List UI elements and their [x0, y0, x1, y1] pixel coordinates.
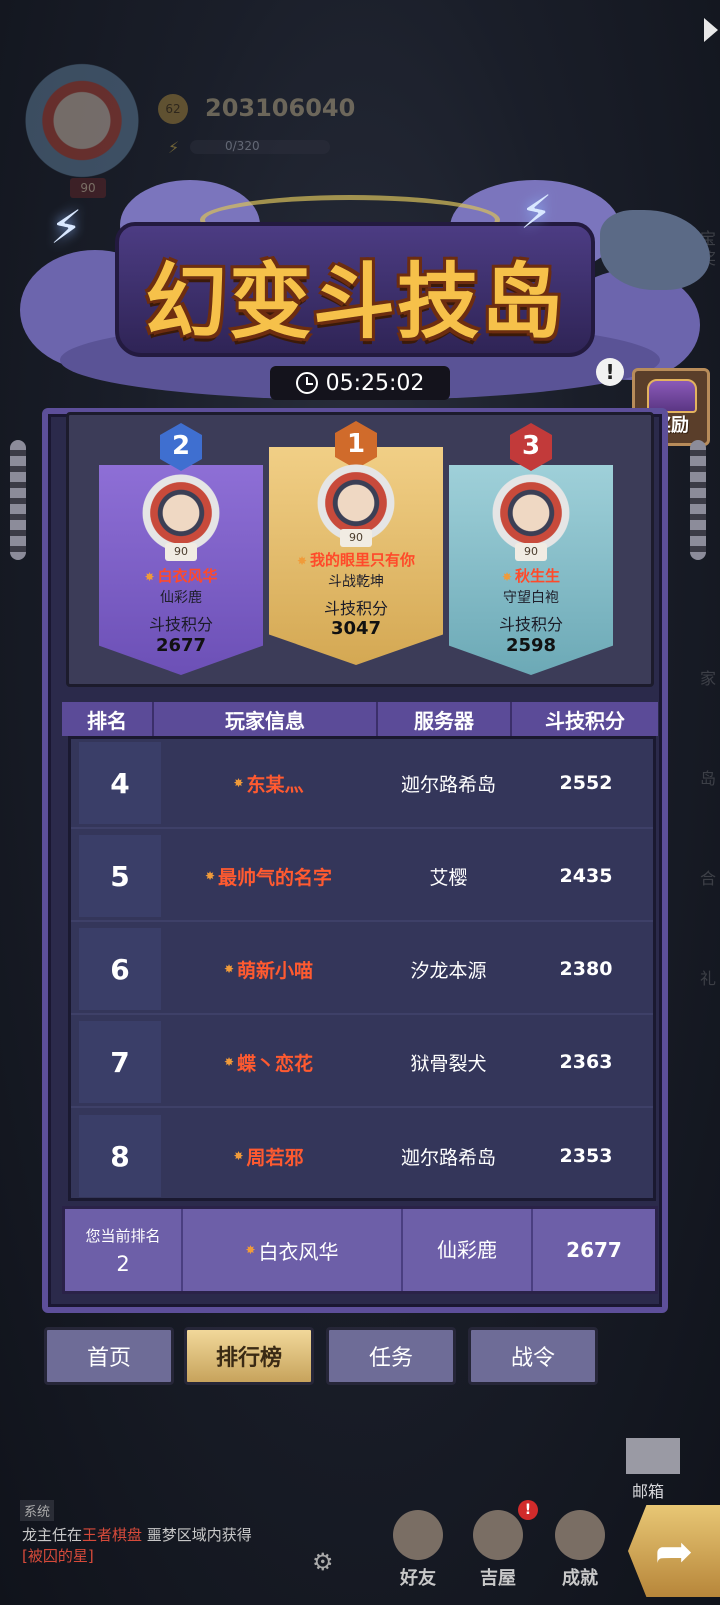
header-server: 服务器: [378, 702, 512, 736]
countdown-timer: 05:25:02: [270, 366, 450, 400]
row-player-name: ✸ 蝶丶恋花: [223, 1052, 314, 1075]
row-rank: 5: [79, 835, 161, 917]
row-score: 2435: [559, 865, 613, 887]
my-rank-cell: 您当前排名 2: [65, 1209, 183, 1291]
alert-badge: !: [518, 1500, 538, 1520]
header-player-info: 玩家信息: [154, 702, 378, 736]
side-label-gift[interactable]: 礼: [700, 965, 716, 989]
row-player-name: ✸ 最帅气的名字: [204, 866, 333, 889]
game-screen: 90 62 203106040 ⚡ 0/320 夺宝 奖 家 岛 合 礼 ⚡ ⚡…: [0, 0, 720, 1605]
player-level: 90: [515, 543, 547, 561]
table-row[interactable]: 4 ✸ 东某灬 迦尔路希岛 2552: [71, 739, 653, 829]
lightning-icon: ⚡: [50, 200, 83, 254]
row-rank: 8: [79, 1115, 161, 1197]
row-player-name: ✸ 东某灬: [233, 773, 304, 796]
my-rank-value: 2: [116, 1251, 130, 1276]
row-rank: 6: [79, 928, 161, 1010]
table-header: 排名 玩家信息 服务器 斗技积分: [62, 702, 658, 736]
info-icon[interactable]: !: [596, 358, 624, 386]
row-player-name: ✸ 周若邪: [233, 1146, 304, 1169]
my-rank-row[interactable]: 您当前排名 2 ✸ 白衣风华 仙彩鹿 2677: [62, 1206, 658, 1294]
energy-value: 0/320: [225, 139, 260, 153]
tab-home[interactable]: 首页: [44, 1327, 174, 1385]
floating-rock: [600, 210, 710, 290]
row-score: 2363: [559, 1051, 613, 1073]
table-row[interactable]: 8 ✸ 周若邪 迦尔路希岛 2353: [71, 1111, 653, 1201]
system-message[interactable]: 龙主任在王者棋盘 噩梦区域内获得 [被囚的星]: [22, 1524, 252, 1566]
mail-label[interactable]: 邮箱: [632, 1478, 664, 1502]
my-player-name: ✸ 白衣风华: [183, 1209, 403, 1291]
player-server: 仙彩鹿: [160, 590, 202, 606]
player-score: 3047: [330, 618, 382, 639]
header-rank: 排名: [62, 702, 154, 736]
player-server: 守望白袍: [503, 590, 559, 606]
row-score: 2353: [559, 1145, 613, 1167]
player-score: 2598: [505, 635, 557, 656]
podium-rank-2[interactable]: 2 90 ✸ 白衣风华 仙彩鹿 斗技积分 2677: [99, 423, 263, 675]
player-level: 90: [165, 543, 197, 561]
ranking-list[interactable]: 4 ✸ 东某灬 迦尔路希岛 2552 5 ✸ 最帅气的名字 艾樱 2435 6 ✸ 萌…: [68, 736, 656, 1201]
row-server: 狱骨裂犬: [410, 1052, 487, 1075]
row-rank: 4: [79, 742, 161, 824]
timer-value: 05:25:02: [325, 370, 425, 396]
score-label: 斗技积分: [323, 599, 388, 618]
side-label-merge[interactable]: 合: [700, 865, 716, 889]
gold-icon: 62: [158, 94, 188, 124]
player-name: ✸ 白衣风华: [144, 567, 218, 585]
energy-bar: [190, 140, 330, 154]
my-rank-label: 您当前排名: [85, 1226, 161, 1245]
player-name: ✸ 秋生生: [501, 567, 561, 585]
lightning-icon: ⚡: [520, 185, 553, 239]
player-server: 斗战乾坤: [328, 574, 384, 590]
tab-tasks[interactable]: 任务: [326, 1327, 456, 1385]
table-row[interactable]: 6 ✸ 萌新小喵 汐龙本源 2380: [71, 925, 653, 1015]
energy-icon: ⚡: [168, 138, 180, 157]
chain: [10, 440, 26, 560]
side-label-island[interactable]: 岛: [700, 765, 716, 789]
player-level: 90: [340, 529, 372, 547]
row-server: 艾樱: [429, 866, 468, 889]
podium-rank-1[interactable]: 1 90 ✸ 我的眼里只有你 斗战乾坤 斗技积分 3047: [269, 421, 443, 665]
friends-icon: [393, 1510, 443, 1560]
top3-podium: 2 90 ✸ 白衣风华 仙彩鹿 斗技积分 2677 1 90 ✸ 我的眼里只有你 斗…: [66, 412, 654, 687]
player-avatar[interactable]: [22, 62, 142, 192]
row-rank: 7: [79, 1021, 161, 1103]
clock-icon: [295, 372, 318, 394]
table-row[interactable]: 5 ✸ 最帅气的名字 艾樱 2435: [71, 832, 653, 922]
tab-leaderboard[interactable]: 排行榜: [184, 1327, 314, 1385]
score-label: 斗技积分: [148, 615, 213, 634]
event-title: 幻变斗技岛: [144, 255, 565, 350]
gold-amount: 203106040: [205, 94, 356, 122]
row-server: 汐龙本源: [410, 959, 487, 982]
trophy-icon: [555, 1510, 605, 1560]
score-label: 斗技积分: [498, 615, 563, 634]
my-score: 2677: [566, 1238, 622, 1262]
player-score: 2677: [155, 635, 207, 656]
house-button[interactable]: 吉屋: [463, 1510, 533, 1590]
gear-icon[interactable]: ⚙: [312, 1548, 334, 1576]
header-score: 斗技积分: [545, 708, 625, 733]
row-player-name: ✸ 萌新小喵: [223, 959, 314, 982]
chain: [690, 440, 706, 560]
podium-rank-3[interactable]: 3 90 ✸ 秋生生 守望白袍 斗技积分 2598: [449, 423, 613, 675]
my-server: 仙彩鹿: [403, 1209, 533, 1291]
table-row[interactable]: 7 ✸ 蝶丶恋花 狱骨裂犬 2363: [71, 1018, 653, 1108]
row-score: 2380: [559, 958, 613, 980]
row-server: 迦尔路希岛: [400, 773, 496, 796]
row-server: 迦尔路希岛: [400, 1146, 496, 1169]
play-icon[interactable]: [704, 18, 718, 42]
row-score: 2552: [559, 772, 613, 794]
expand-arrow-button[interactable]: ➦: [628, 1505, 720, 1597]
player-name: ✸ 我的眼里只有你: [296, 551, 416, 569]
side-label-home[interactable]: 家: [700, 665, 716, 689]
tab-battle-pass[interactable]: 战令: [468, 1327, 598, 1385]
mail-icon[interactable]: [626, 1438, 680, 1474]
player-level: 90: [70, 178, 106, 198]
achievements-button[interactable]: 成就: [545, 1510, 615, 1590]
system-tag: 系统: [20, 1500, 55, 1521]
friends-button[interactable]: 好友: [383, 1510, 453, 1590]
house-icon: [473, 1510, 523, 1560]
